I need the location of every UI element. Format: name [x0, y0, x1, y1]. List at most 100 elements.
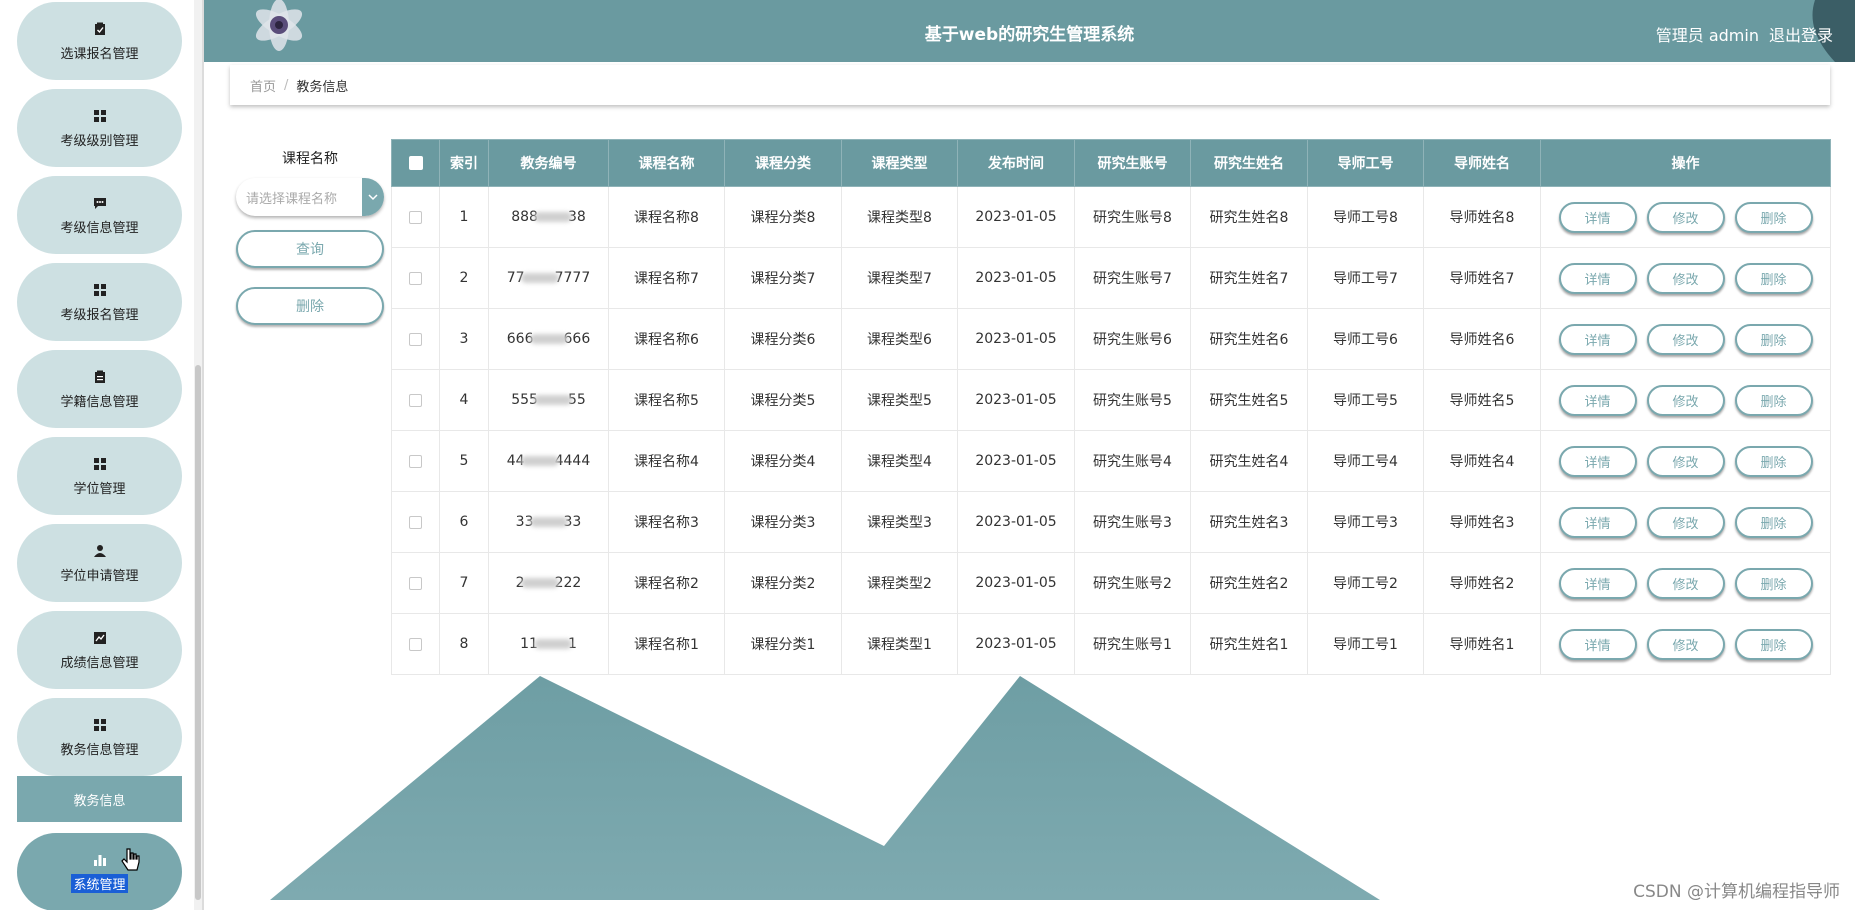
sidebar-item-label: 选课报名管理 — [60, 46, 139, 62]
sidebar-item-system[interactable]: 系统管理 — [17, 833, 182, 910]
sidebar-scrollbar-thumb[interactable] — [195, 365, 201, 900]
row-checkbox[interactable] — [409, 454, 422, 468]
row-checkbox-cell — [391, 247, 440, 309]
table-row: 1 888 38 课程名称8 课程分类8 课程类型8 2023-01-05 研究生账号8 研究生… — [391, 186, 1831, 248]
redacted-blur — [520, 273, 559, 283]
row-checkbox[interactable] — [409, 576, 422, 590]
cell-date: 2023-01-05 — [957, 369, 1075, 431]
cell-tutor-id: 导师工号3 — [1307, 491, 1424, 553]
edit-button[interactable]: 修改 — [1646, 262, 1725, 294]
edit-button[interactable]: 修改 — [1646, 323, 1725, 355]
sidebar-item-3[interactable]: 考级信息管理 — [17, 176, 182, 254]
cell-id: 666 666 — [488, 308, 609, 370]
redacted-blur — [533, 395, 572, 405]
sidebar-item-8[interactable]: 成绩信息管理 — [17, 611, 182, 689]
cell-date: 2023-01-05 — [957, 613, 1075, 675]
sidebar-item-7[interactable]: 学位申请管理 — [17, 524, 182, 602]
cell-tutor: 导师姓名1 — [1423, 613, 1541, 675]
row-checkbox[interactable] — [409, 332, 422, 346]
cell-account: 研究生账号4 — [1074, 430, 1191, 492]
sidebar-item-9[interactable]: 教务信息管理 — [17, 698, 182, 776]
header-date: 发布时间 — [957, 139, 1075, 187]
detail-button[interactable]: 详情 — [1558, 628, 1637, 660]
logout-link[interactable]: 退出登录 — [1769, 22, 1833, 46]
jiaowu-info-table: 索引 教务编号 课程名称 课程分类 课程类型 发布时间 研究生账号 研究生姓名 … — [391, 139, 1831, 675]
cell-id-suffix: 7777 — [554, 270, 591, 286]
cell-index: 1 — [439, 186, 489, 248]
detail-button[interactable]: 详情 — [1558, 506, 1637, 538]
detail-button[interactable]: 详情 — [1558, 567, 1637, 599]
cell-category: 课程分类3 — [724, 491, 842, 553]
redacted-blur — [533, 639, 572, 649]
cell-student: 研究生姓名2 — [1190, 552, 1308, 614]
detail-button[interactable]: 详情 — [1558, 445, 1637, 477]
sidebar-item-label: 考级信息管理 — [60, 220, 139, 236]
table-row: 72222课程名称2课程分类2课程类型22023-01-05研究生账号2研究生姓… — [391, 552, 1831, 614]
sidebar-item-2[interactable]: 考级级别管理 — [17, 89, 182, 167]
delete-button[interactable]: 删除 — [1734, 262, 1813, 294]
cell-account: 研究生账号2 — [1074, 552, 1191, 614]
cell-category: 课程分类4 — [724, 430, 842, 492]
delete-button[interactable]: 删除 — [1734, 201, 1813, 233]
course-name-label: 课程名称 — [282, 151, 338, 167]
sidebar-item-label: 成绩信息管理 — [60, 655, 139, 671]
delete-button[interactable]: 删除 — [1734, 384, 1813, 416]
cell-category: 课程分类7 — [724, 247, 842, 309]
edit-button[interactable]: 修改 — [1646, 384, 1725, 416]
redacted-blur — [529, 334, 568, 344]
cell-index: 7 — [439, 552, 489, 614]
query-button[interactable]: 查询 — [236, 230, 384, 268]
delete-button[interactable]: 删除 — [1734, 323, 1813, 355]
row-checkbox[interactable] — [409, 637, 422, 651]
cell-category: 课程分类2 — [724, 552, 842, 614]
detail-button[interactable]: 详情 — [1558, 323, 1637, 355]
cell-tutor-id: 导师工号8 — [1307, 186, 1424, 248]
submenu-item-jiaowu-info[interactable]: 教务信息 — [17, 776, 182, 822]
breadcrumb-separator: / — [284, 77, 289, 93]
table-row: 4 555 55 课程名称5 课程分类5 课程类型5 2023-01-05 研究生账号5 研究生… — [391, 369, 1831, 431]
table-row: 6 33 33 课程名称3 课程分类3 课程类型3 2023-01-05 研究生账号3 研究生姓… — [391, 491, 1831, 553]
edit-button[interactable]: 修改 — [1646, 628, 1725, 660]
header-actions: 操作 — [1540, 139, 1831, 187]
cell-course: 课程名称4 — [608, 430, 725, 492]
batch-delete-button[interactable]: 删除 — [236, 287, 384, 325]
cell-id-suffix: 4444 — [554, 453, 591, 469]
sidebar-item-label: 考级报名管理 — [60, 307, 139, 323]
cell-tutor: 导师姓名7 — [1423, 247, 1541, 309]
sidebar-item-1[interactable]: 选课报名管理 — [17, 2, 182, 80]
sidebar-item-5[interactable]: 学籍信息管理 — [17, 350, 182, 428]
delete-button[interactable]: 删除 — [1734, 567, 1813, 599]
select-all-checkbox[interactable] — [408, 156, 423, 170]
breadcrumb: 首页 / 教务信息 — [230, 65, 1830, 105]
cell-course: 课程名称3 — [608, 491, 725, 553]
detail-button[interactable]: 详情 — [1558, 384, 1637, 416]
row-checkbox[interactable] — [409, 271, 422, 285]
sidebar-item-6[interactable]: 学位管理 — [17, 437, 182, 515]
delete-button[interactable]: 删除 — [1734, 445, 1813, 477]
cell-account: 研究生账号3 — [1074, 491, 1191, 553]
row-checkbox[interactable] — [409, 393, 422, 407]
delete-button[interactable]: 删除 — [1734, 628, 1813, 660]
delete-button[interactable]: 删除 — [1734, 506, 1813, 538]
detail-button[interactable]: 详情 — [1558, 262, 1637, 294]
cell-student: 研究生姓名8 — [1190, 186, 1308, 248]
cell-category: 课程分类1 — [724, 613, 842, 675]
course-name-select[interactable]: 请选择课程名称 — [236, 178, 384, 216]
bar-chart-icon — [92, 852, 108, 868]
row-checkbox[interactable] — [409, 515, 422, 529]
detail-button[interactable]: 详情 — [1558, 201, 1637, 233]
cell-account: 研究生账号7 — [1074, 247, 1191, 309]
edit-button[interactable]: 修改 — [1646, 567, 1725, 599]
sidebar-item-label: 教务信息管理 — [60, 742, 139, 758]
clipboard-check-icon — [92, 21, 108, 37]
cell-student: 研究生姓名3 — [1190, 491, 1308, 553]
edit-button[interactable]: 修改 — [1646, 201, 1725, 233]
row-checkbox[interactable] — [409, 210, 422, 224]
edit-button[interactable]: 修改 — [1646, 506, 1725, 538]
sidebar-item-4[interactable]: 考级报名管理 — [17, 263, 182, 341]
cell-tutor-id: 导师工号4 — [1307, 430, 1424, 492]
breadcrumb-home[interactable]: 首页 — [250, 76, 276, 95]
edit-button[interactable]: 修改 — [1646, 445, 1725, 477]
table-row: 3 666 666 课程名称6 课程分类6 课程类型6 2023-01-05 研究生账号6 研究… — [391, 308, 1831, 370]
cell-type: 课程类型8 — [841, 186, 958, 248]
